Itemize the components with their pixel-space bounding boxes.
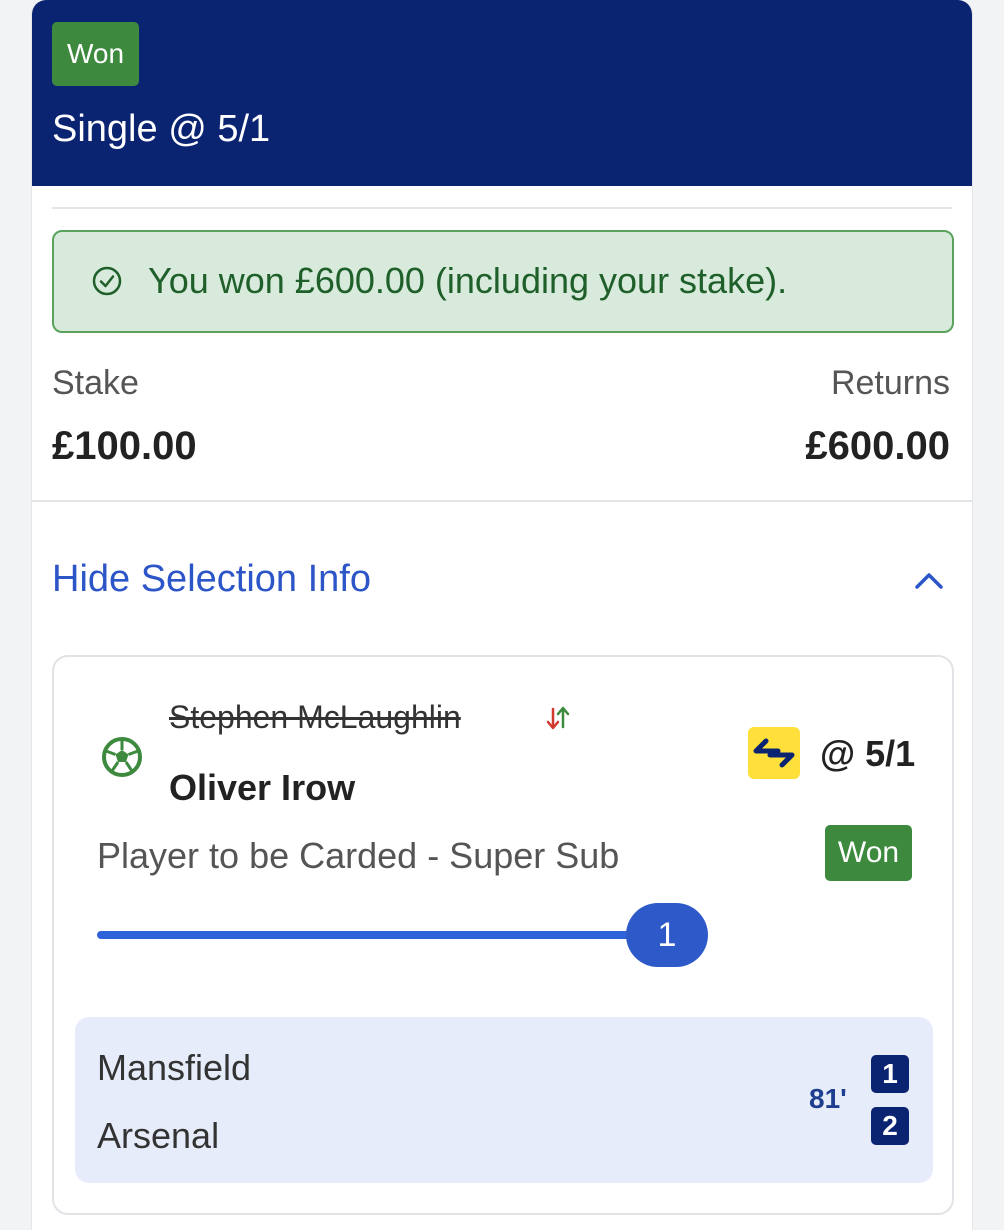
bet-title: Single @ 5/1 <box>52 108 271 150</box>
win-banner: You won £600.00 (including your stake). <box>52 230 954 333</box>
home-team: Mansfield <box>97 1047 252 1088</box>
divider <box>52 207 952 209</box>
bet-header: Won Single @ 5/1 <box>32 0 972 186</box>
bet-card: Won Single @ 5/1 You won £600.00 (includ… <box>31 0 973 1230</box>
away-team: Arsenal <box>97 1115 220 1156</box>
player-name: Oliver Irow <box>169 767 356 808</box>
selection-odds: @ 5/1 <box>820 733 916 774</box>
match-time: 81' <box>809 1083 847 1114</box>
stake-value: £100.00 <box>52 424 197 468</box>
divider <box>32 500 972 502</box>
status-badge: Won <box>52 22 139 86</box>
stake-label: Stake <box>52 364 139 402</box>
swap-arrows-icon <box>546 706 570 730</box>
returns-label: Returns <box>830 364 950 402</box>
progress-count: 1 <box>626 903 708 967</box>
progress-bar <box>97 931 667 939</box>
market-name: Player to be Carded - Super Sub <box>97 835 620 876</box>
selection-card: Stephen McLaughlin Oliver Irow @ 5/1 Pla… <box>52 655 954 1215</box>
super-sub-icon <box>748 727 800 779</box>
match-scoreboard: Mansfield Arsenal 81' 1 2 <box>75 1017 933 1183</box>
football-icon <box>102 737 142 777</box>
original-player-name: Stephen McLaughlin <box>169 699 461 735</box>
selection-status-badge: Won <box>825 825 912 881</box>
hide-selection-info-button[interactable]: Hide Selection Info <box>52 558 371 601</box>
returns-value: £600.00 <box>805 424 950 468</box>
home-score: 1 <box>871 1055 909 1093</box>
chevron-up-icon[interactable] <box>912 566 946 596</box>
win-message: You won £600.00 (including your stake). <box>148 260 788 301</box>
check-circle-icon <box>92 266 122 296</box>
away-score: 2 <box>871 1107 909 1145</box>
